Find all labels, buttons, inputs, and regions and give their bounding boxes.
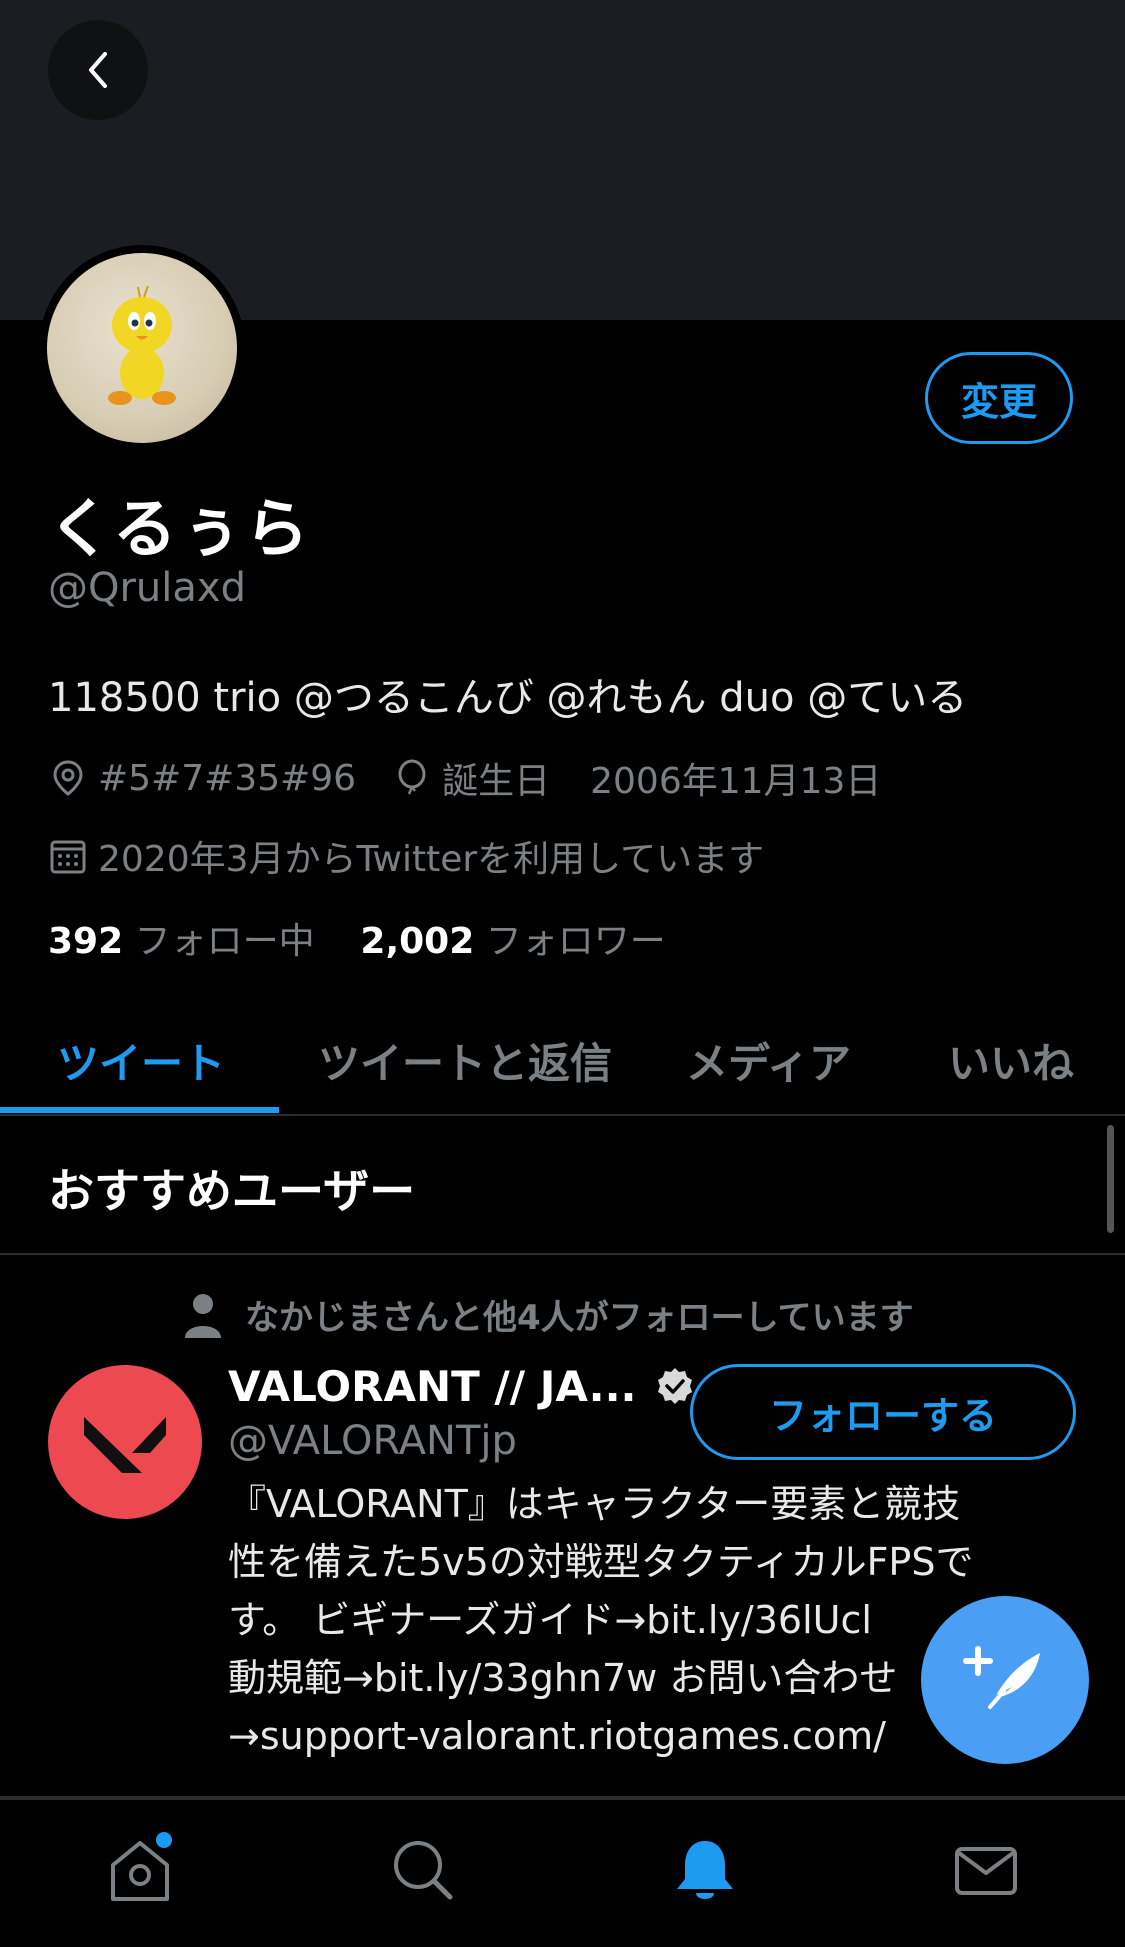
- user-handle: @Qrulaxd: [48, 565, 246, 611]
- edit-profile-button[interactable]: 変更: [925, 352, 1073, 444]
- person-icon: [183, 1292, 223, 1338]
- search-icon: [394, 1841, 453, 1900]
- location-pin-icon: [48, 758, 88, 798]
- chevron-left-icon: [89, 52, 107, 88]
- recommended-users-title: おすすめユーザー: [48, 1164, 416, 1218]
- tab-tweets-replies[interactable]: ツイートと返信: [318, 1030, 612, 1091]
- scrollbar[interactable]: [1107, 1125, 1114, 1233]
- tab-tweets[interactable]: ツイート: [57, 1030, 225, 1091]
- location-birthday-row: #5#7#35#96 誕生日 2006年11月13日: [48, 752, 881, 804]
- recommended-user-name-text: VALORANT // JA...: [228, 1362, 637, 1411]
- birthday-text: 2006年11月13日: [590, 761, 882, 802]
- social-context-text: なかじまさんと他4人がフォローしています: [245, 1298, 914, 1338]
- bottom-navigation: [0, 1798, 1125, 1947]
- compose-feather-icon: [963, 1646, 1040, 1709]
- profile-bio: 118500 trio @つるこんび @れもん duo @ている: [48, 675, 968, 721]
- valorant-avatar[interactable]: [48, 1365, 202, 1519]
- bio-line: 『VALORANT』はキャラクター要素と競技: [228, 1482, 961, 1526]
- recommended-user-handle: @VALORANTjp: [228, 1418, 517, 1464]
- back-button[interactable]: [48, 20, 148, 120]
- profile-tabs: ツイート ツイートと返信 メディア いいね: [0, 1010, 1125, 1116]
- followers-link[interactable]: 2,002 フォロワー: [360, 921, 665, 962]
- tab-media[interactable]: メディア: [686, 1030, 851, 1091]
- location-text: #5#7#35#96: [98, 757, 357, 799]
- nav-home[interactable]: [100, 1830, 180, 1910]
- mail-icon: [955, 1847, 1017, 1895]
- followers-count: 2,002: [360, 921, 475, 962]
- nav-notifications[interactable]: [665, 1830, 745, 1910]
- notification-dot: [156, 1832, 172, 1848]
- active-tab-indicator: [0, 1107, 279, 1113]
- calendar-icon: [48, 836, 88, 876]
- joined-text: 2020年3月からTwitterを利用しています: [98, 839, 765, 880]
- nav-search[interactable]: [383, 1830, 463, 1910]
- follow-stats: 392 フォロー中 2,002 フォロワー: [48, 912, 666, 964]
- follow-button[interactable]: フォローする: [690, 1364, 1076, 1460]
- section-divider: [0, 1253, 1125, 1255]
- avatar-image: [47, 253, 237, 443]
- valorant-logo-icon: [84, 1417, 166, 1473]
- display-name: くるぅら: [48, 493, 311, 567]
- recommended-user-name[interactable]: VALORANT // JA...: [228, 1362, 696, 1411]
- balloon-icon: [392, 758, 432, 798]
- joined-row: 2020年3月からTwitterを利用しています: [48, 830, 764, 882]
- following-label: フォロー中: [134, 921, 315, 962]
- bell-icon: [677, 1841, 733, 1899]
- birthday-label: 誕生日: [442, 761, 551, 802]
- nav-messages[interactable]: [946, 1830, 1026, 1910]
- compose-tweet-button[interactable]: [921, 1596, 1089, 1764]
- social-context: なかじまさんと他4人がフォローしています: [183, 1290, 914, 1339]
- bird-avatar-icon: [108, 285, 176, 405]
- following-count: 392: [48, 921, 124, 962]
- profile-avatar[interactable]: [39, 245, 245, 451]
- following-link[interactable]: 392 フォロー中: [48, 921, 315, 962]
- bio-line: 性を備えた5v5の対戦型タクティカルFPSで: [228, 1540, 974, 1584]
- tab-likes[interactable]: いいね: [948, 1030, 1074, 1091]
- followers-label: フォロワー: [485, 921, 666, 962]
